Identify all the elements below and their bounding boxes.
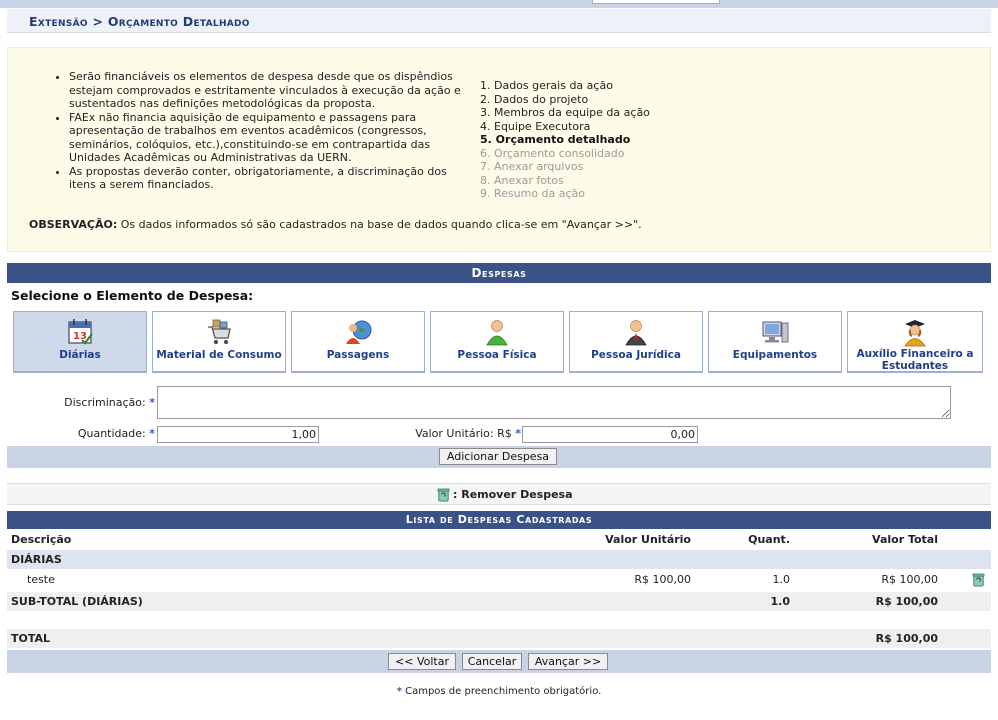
type-label: Pessoa Física — [457, 349, 537, 361]
header-valor-total: Valor Total — [872, 533, 938, 546]
step-item: 3. Membros da equipe da ação — [480, 106, 650, 119]
instructions-list: Serão financiáveis os elementos de despe… — [50, 70, 470, 192]
group-row: DIÁRIAS — [7, 550, 991, 569]
instruction-item: FAEx não financia aquisição de equipamen… — [69, 111, 470, 165]
step-item: 9. Resumo da ação — [480, 187, 586, 200]
spacer-row — [7, 611, 991, 628]
total-row: TOTAL R$ 100,00 — [7, 629, 991, 648]
person-icon — [486, 320, 508, 346]
svg-text:13: 13 — [73, 331, 87, 342]
discriminacao-input[interactable] — [157, 386, 951, 419]
quantidade-input[interactable]: 1,00 — [157, 426, 319, 443]
globe-person-icon — [346, 320, 372, 344]
step-item-current: 5. Orçamento detalhado — [480, 133, 631, 146]
valor-unitario-label: Valor Unitário: R$ * — [415, 427, 521, 440]
businessman-icon — [625, 320, 647, 346]
type-tab-diarias[interactable]: 13 Diárias — [13, 311, 147, 373]
steps-list: 1. Dados gerais da ação 2. Dados do proj… — [480, 79, 650, 201]
add-button-bar: Adicionar Despesa — [7, 446, 991, 468]
type-label: Pessoa Jurídica — [591, 349, 681, 361]
cancelar-button[interactable]: Cancelar — [462, 653, 522, 670]
required-star-icon: * — [149, 396, 155, 409]
avancar-button[interactable]: Avançar >> — [528, 653, 608, 670]
step-item: 7. Anexar arquivos — [480, 160, 584, 173]
cell-descricao: teste — [27, 573, 55, 586]
breadcrumb: Extensão > Orçamento Detalhado — [29, 14, 250, 29]
table-row: teste R$ 100,00 1.0 R$ 100,00 — [7, 570, 991, 589]
table-header: Descrição Valor Unitário Quant. Valor To… — [7, 530, 991, 549]
type-tab-passagens[interactable]: Passagens — [291, 311, 425, 373]
instructions-panel: Serão financiáveis os elementos de despe… — [7, 47, 991, 252]
observation: OBSERVAÇÃO: Os dados informados só são c… — [29, 218, 642, 231]
subtotal-quant: 1.0 — [770, 595, 791, 608]
remove-legend-text: : Remover Despesa — [453, 488, 573, 501]
top-strip — [0, 0, 998, 8]
required-fields-note: * Campos de preenchimento obrigatório. — [0, 686, 998, 697]
cell-valor-unitario: R$ 100,00 — [634, 573, 691, 586]
total-valor: R$ 100,00 — [875, 632, 938, 645]
cell-quant: 1.0 — [772, 573, 791, 586]
header-quant: Quant. — [748, 533, 790, 546]
top-tab — [592, 0, 720, 4]
type-tab-material-consumo[interactable]: Material de Consumo — [152, 311, 286, 373]
group-label: DIÁRIAS — [11, 553, 62, 566]
cell-valor-total: R$ 100,00 — [881, 573, 938, 586]
observation-label: OBSERVAÇÃO: — [29, 218, 118, 231]
nav-button-bar: << Voltar Cancelar Avançar >> — [7, 650, 991, 673]
required-star-icon: * — [515, 427, 521, 440]
step-item: 1. Dados gerais da ação — [480, 79, 613, 92]
despesa-form: Selecione o Elemento de Despesa: 13 Diár… — [7, 283, 991, 446]
computer-icon — [762, 321, 789, 343]
step-item: 2. Dados do projeto — [480, 92, 589, 106]
type-tab-equipamentos[interactable]: Equipamentos — [708, 311, 842, 373]
header-valor-unitario: Valor Unitário — [605, 533, 691, 546]
trash-icon — [437, 488, 450, 502]
subtotal-label: SUB-TOTAL (DIÁRIAS) — [11, 595, 143, 608]
observation-text: Os dados informados só são cadastrados n… — [117, 218, 642, 231]
step-item: 6. Orçamento consolidado — [480, 146, 625, 160]
despesas-caption: Despesas — [7, 263, 991, 283]
type-tab-auxilio-financeiro[interactable]: Auxílio Financeiro a Estudantes — [847, 311, 983, 373]
required-fields-text: Campos de preenchimento obrigatório. — [401, 686, 602, 697]
valor-unitario-input[interactable]: 0,00 — [522, 426, 698, 443]
header-descricao: Descrição — [11, 533, 72, 546]
type-tab-pessoa-fisica[interactable]: Pessoa Física — [430, 311, 564, 373]
voltar-button[interactable]: << Voltar — [388, 653, 456, 670]
step-item: 4. Equipe Executora — [480, 119, 591, 133]
expense-type-tabs: 13 Diárias Material de Consumo Passagens… — [13, 311, 983, 373]
trash-icon[interactable] — [971, 572, 986, 587]
calendar-icon: 13 — [68, 319, 93, 345]
instruction-item: As propostas deverão conter, obrigatoria… — [69, 165, 470, 192]
type-label: Material de Consumo — [156, 349, 282, 361]
graduate-icon — [904, 320, 926, 347]
adicionar-despesa-button[interactable]: Adicionar Despesa — [439, 448, 557, 465]
type-tab-pessoa-juridica[interactable]: Pessoa Jurídica — [569, 311, 703, 373]
type-label: Diárias — [59, 349, 101, 361]
subtotal-valor-total: R$ 100,00 — [875, 595, 938, 608]
cart-icon — [208, 319, 231, 344]
type-label: Equipamentos — [732, 349, 818, 361]
total-label: TOTAL — [11, 632, 51, 645]
required-star-icon: * — [149, 427, 155, 440]
breadcrumb-bar: Extensão > Orçamento Detalhado — [7, 9, 991, 33]
lista-caption: Lista de Despesas Cadastradas — [7, 511, 991, 529]
discriminacao-label: Discriminação: * — [64, 396, 155, 409]
quantidade-label: Quantidade: * — [77, 427, 155, 440]
type-label: Auxílio Financeiro a Estudantes — [856, 348, 974, 372]
subtotal-row: SUB-TOTAL (DIÁRIAS) 1.0 R$ 100,00 — [7, 592, 991, 611]
select-element-title: Selecione o Elemento de Despesa: — [11, 288, 254, 303]
remove-legend: : Remover Despesa — [7, 483, 991, 505]
step-item: 8. Anexar fotos — [480, 173, 564, 187]
instruction-item: Serão financiáveis os elementos de despe… — [69, 70, 470, 111]
type-label: Passagens — [326, 349, 390, 361]
